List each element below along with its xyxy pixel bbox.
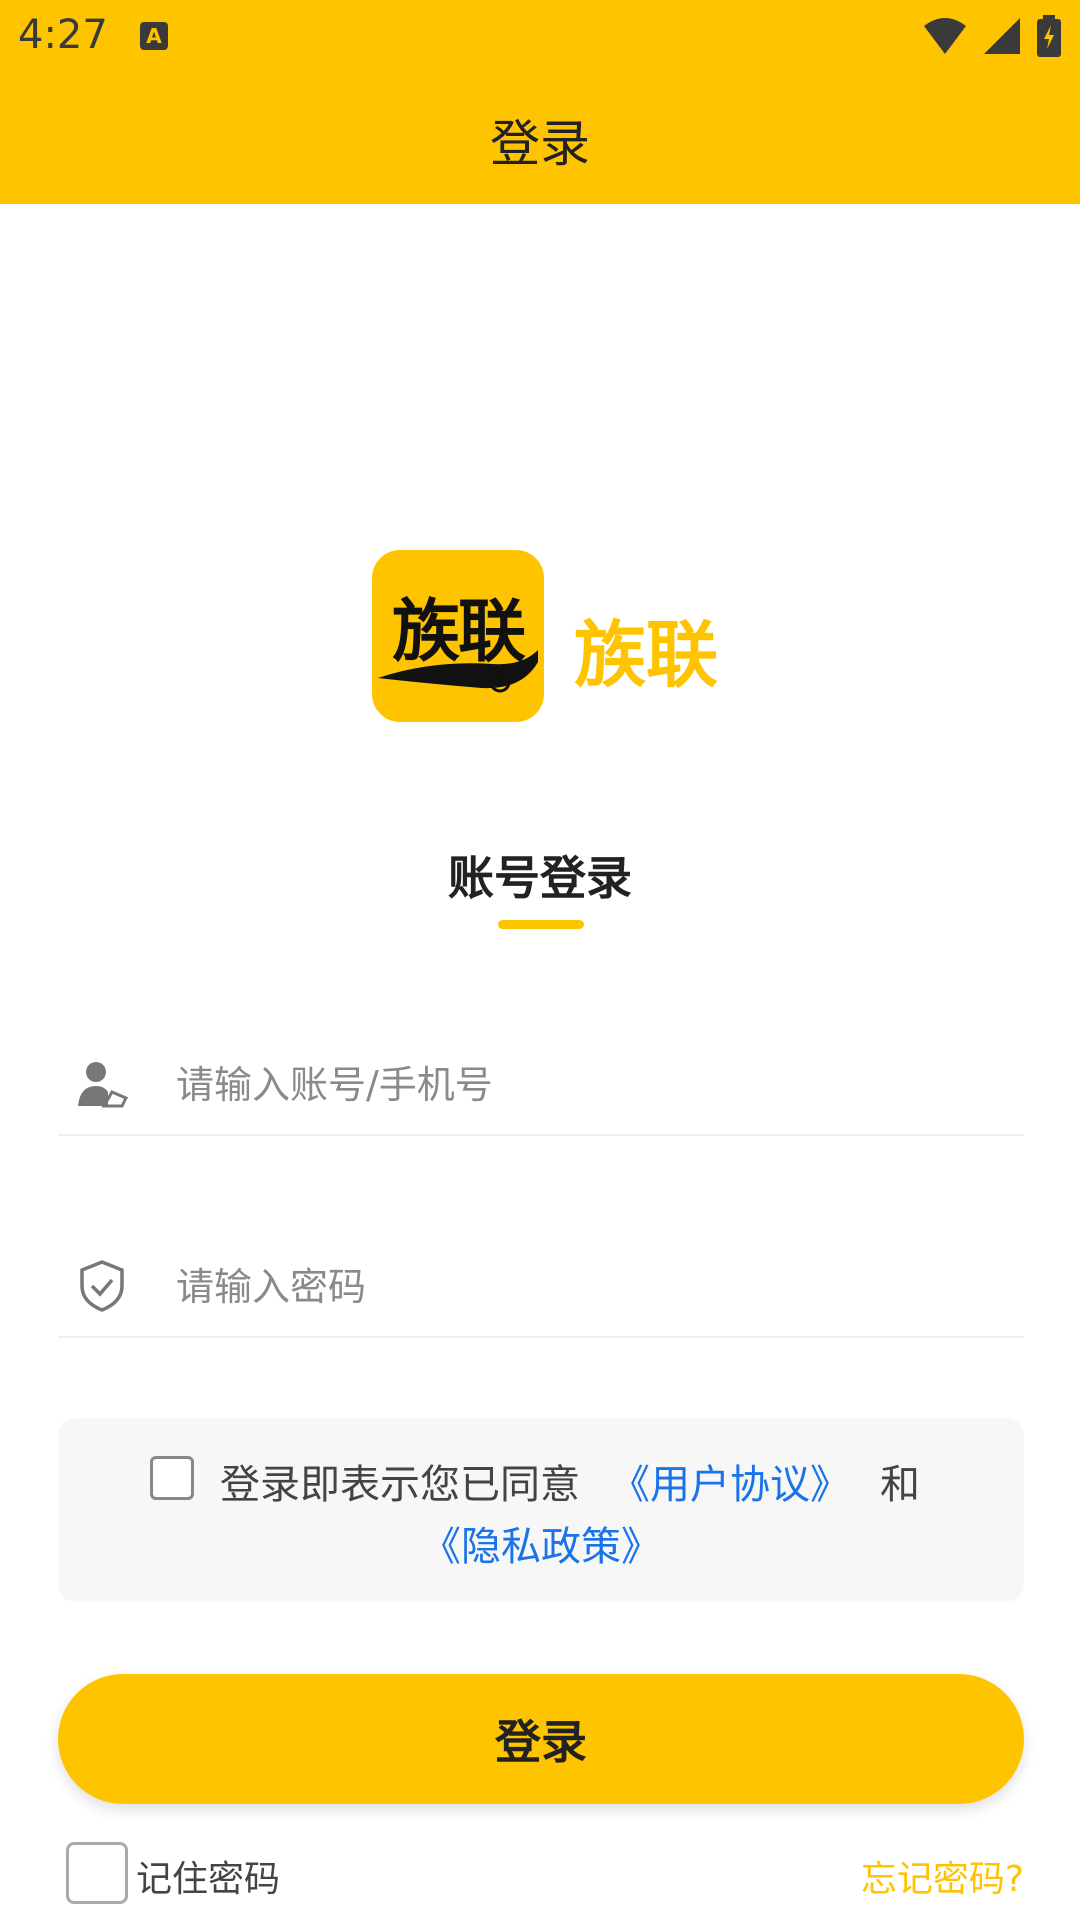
remember-password-checkbox[interactable] bbox=[66, 1842, 128, 1904]
wifi-icon bbox=[924, 18, 966, 54]
login-button[interactable]: 登录 bbox=[58, 1674, 1024, 1804]
battery-charging-icon bbox=[1037, 15, 1061, 57]
privacy-policy-link[interactable]: 《隐私政策》 bbox=[421, 1524, 661, 1570]
agreement-box: 登录即表示您已同意 《用户协议》和 《隐私政策》 bbox=[58, 1418, 1024, 1602]
account-input[interactable] bbox=[174, 1054, 998, 1116]
forgot-password-link[interactable]: 忘记密码? bbox=[861, 1850, 1024, 1902]
user-agreement-link[interactable]: 《用户协议》 bbox=[610, 1462, 850, 1508]
password-input[interactable] bbox=[174, 1256, 998, 1318]
privacy-line: 《隐私政策》 bbox=[58, 1514, 1024, 1572]
remember-password-label[interactable]: 记住密码 bbox=[136, 1850, 280, 1902]
user-icon bbox=[78, 1062, 129, 1108]
agreement-and-text: 和 bbox=[880, 1462, 920, 1508]
status-time: 4:27 bbox=[18, 12, 108, 58]
shield-check-icon bbox=[80, 1260, 124, 1312]
app-name: 族联 bbox=[574, 613, 719, 697]
agreement-line: 登录即表示您已同意 《用户协议》和 bbox=[220, 1452, 920, 1510]
tab-indicator bbox=[498, 920, 584, 929]
tab-account-login[interactable]: 账号登录 bbox=[0, 842, 1080, 908]
password-field bbox=[58, 1236, 1024, 1338]
logo-scroll-icon bbox=[378, 650, 538, 693]
agreement-checkbox[interactable] bbox=[150, 1456, 194, 1500]
app-logo: 族联 bbox=[372, 550, 544, 722]
agreement-text: 登录即表示您已同意 bbox=[220, 1462, 580, 1508]
app-header: 登录 bbox=[0, 74, 1080, 204]
page-title: 登录 bbox=[490, 115, 590, 173]
signal-icon bbox=[984, 18, 1020, 54]
status-bar: 4:27 A bbox=[0, 0, 1080, 74]
a-notification-icon: A bbox=[140, 22, 168, 50]
status-icons bbox=[922, 14, 1062, 58]
account-field bbox=[58, 1034, 1024, 1136]
